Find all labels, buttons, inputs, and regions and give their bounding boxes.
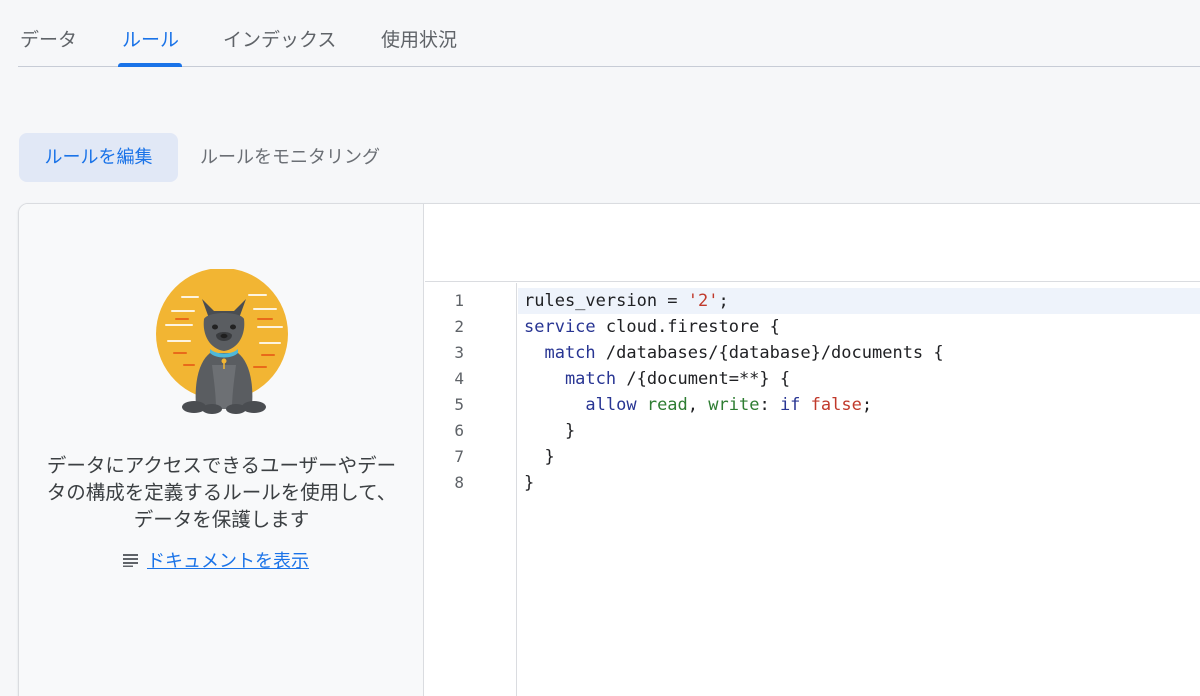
line-number: 6 <box>454 421 464 440</box>
code-editor[interactable]: rules_version = '2'; service cloud.fires… <box>518 283 1200 696</box>
active-tab-indicator <box>118 63 182 67</box>
line-number: 2 <box>454 317 464 336</box>
code-line-1: rules_version = '2'; <box>524 291 729 311</box>
code-line-8: } <box>524 473 535 493</box>
code-line-6: } <box>524 421 576 441</box>
line-number: 7 <box>454 447 464 466</box>
tab-indexes[interactable]: インデックス <box>223 0 336 67</box>
top-tab-bar: データ ルール インデックス 使用状況 <box>18 0 1200 67</box>
code-line-7: } <box>524 447 555 467</box>
view-docs-link[interactable]: ドキュメントを表示 <box>123 547 309 573</box>
line-number-gutter: 1 2 3 4 5 6 7 8 <box>425 283 517 696</box>
tab-usage[interactable]: 使用状況 <box>381 0 457 67</box>
code-line-5: allow read, write: if false; <box>524 395 873 415</box>
dog-illustration-icon <box>156 269 288 414</box>
line-number: 8 <box>454 473 464 492</box>
subtab-edit-rules[interactable]: ルールを編集 <box>19 133 178 182</box>
line-number: 4 <box>454 369 464 388</box>
line-number: 5 <box>454 395 464 414</box>
document-lines-icon <box>123 554 138 567</box>
view-docs-label: ドキュメントを表示 <box>147 551 309 572</box>
code-line-3: match /databases/{database}/documents { <box>524 343 944 363</box>
editor-toolbar <box>425 204 1200 282</box>
line-number: 1 <box>454 291 464 310</box>
code-line-4: match /{document=**} { <box>524 369 791 389</box>
tab-data[interactable]: データ <box>20 0 77 67</box>
line-number: 3 <box>454 343 464 362</box>
subtab-monitor-rules[interactable]: ルールをモニタリング <box>200 133 380 182</box>
code-line-2: service cloud.firestore { <box>524 317 780 337</box>
tab-rules[interactable]: ルール <box>122 0 179 67</box>
rules-card: データにアクセスできるユーザーやデータの構成を定義するルールを使用して、データを… <box>18 203 1200 696</box>
info-panel: データにアクセスできるユーザーやデータの構成を定義するルールを使用して、データを… <box>19 204 424 696</box>
rules-description: データにアクセスできるユーザーやデータの構成を定義するルールを使用して、データを… <box>46 454 397 531</box>
